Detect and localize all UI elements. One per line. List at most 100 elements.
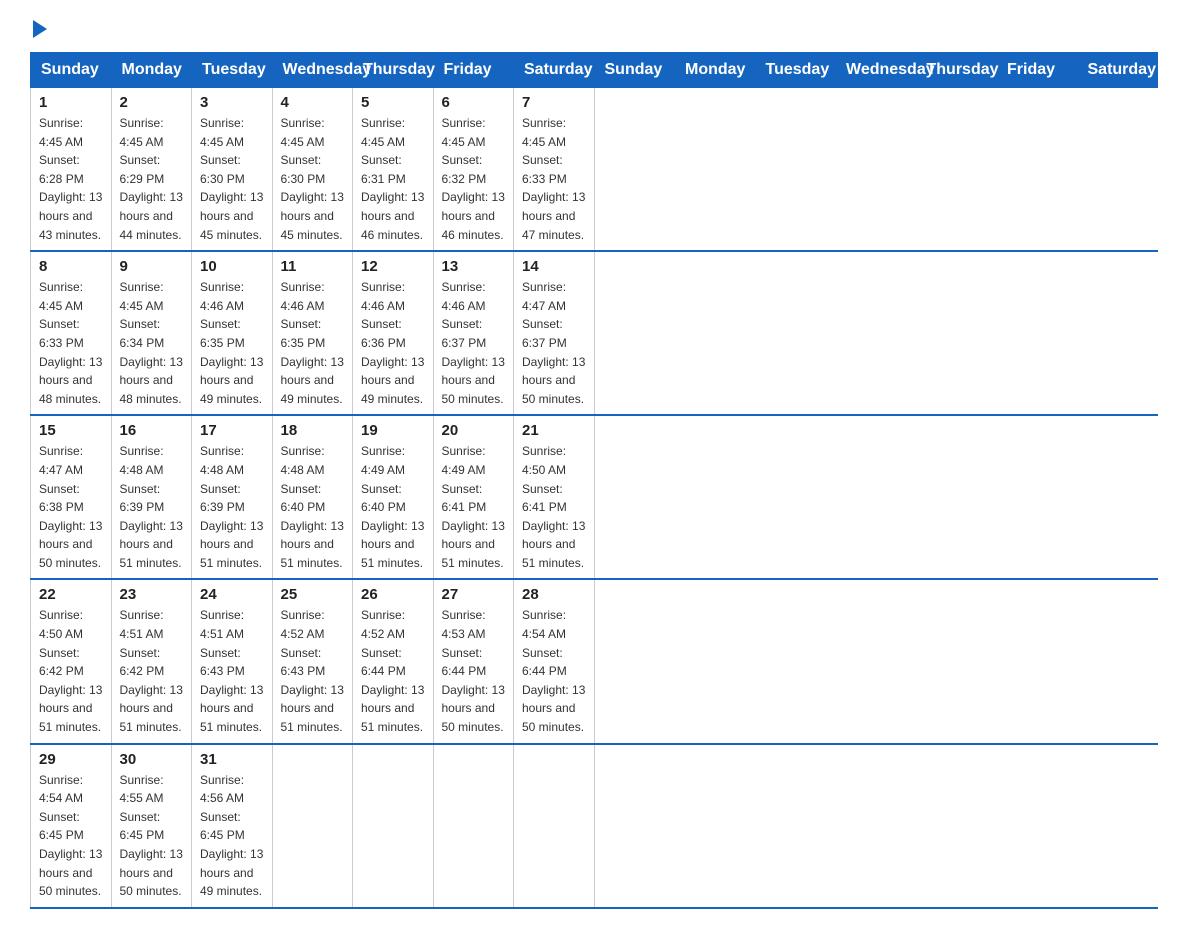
day-number: 18	[281, 422, 345, 439]
day-cell: 28Sunrise: 4:54 AMSunset: 6:44 PMDayligh…	[514, 579, 595, 743]
day-number: 8	[39, 258, 103, 275]
day-number: 20	[442, 422, 506, 439]
day-cell: 9Sunrise: 4:45 AMSunset: 6:34 PMDaylight…	[111, 251, 192, 415]
day-number: 3	[200, 94, 264, 111]
day-cell: 31Sunrise: 4:56 AMSunset: 6:45 PMDayligh…	[192, 744, 273, 908]
week-row-1: 1 Sunrise: 4:45 AMSunset: 6:28 PMDaylight…	[31, 88, 1158, 252]
header-sunday: Sunday	[31, 53, 112, 88]
day-cell: 24 Sunrise: 4:51 AMSunset: 6:43 PMDayligh…	[192, 579, 273, 743]
day-number: 16	[120, 422, 184, 439]
week-row-4: 22 Sunrise: 4:50 AMSunset: 6:42 PMDayligh…	[31, 579, 1158, 743]
header-thursday: Thursday	[353, 53, 434, 88]
day-number: 24	[200, 586, 264, 603]
week-row-5: 29Sunrise: 4:54 AMSunset: 6:45 PMDayligh…	[31, 744, 1158, 908]
day-number: 12	[361, 258, 425, 275]
day-cell: 26 Sunrise: 4:52 AMSunset: 6:44 PMDayligh…	[353, 579, 434, 743]
day-cell: 7 Sunrise: 4:45 AMSunset: 6:33 PMDaylight…	[514, 88, 595, 252]
day-number: 14	[522, 258, 586, 275]
header-saturday: Saturday	[514, 53, 595, 88]
day-cell	[514, 744, 595, 908]
day-number: 4	[281, 94, 345, 111]
day-cell: 20 Sunrise: 4:49 AMSunset: 6:41 PMDayligh…	[433, 415, 514, 579]
day-cell	[272, 744, 353, 908]
day-info: Sunrise: 4:45 AMSunset: 6:33 PMDaylight:…	[39, 278, 103, 408]
day-number: 26	[361, 586, 425, 603]
day-number: 23	[120, 586, 184, 603]
day-info: Sunrise: 4:49 AMSunset: 6:41 PMDaylight:…	[442, 442, 506, 572]
day-info: Sunrise: 4:46 AMSunset: 6:37 PMDaylight:…	[442, 278, 506, 408]
header-tuesday: Tuesday	[192, 53, 273, 88]
day-cell: 12 Sunrise: 4:46 AMSunset: 6:36 PMDayligh…	[353, 251, 434, 415]
day-cell: 2 Sunrise: 4:45 AMSunset: 6:29 PMDaylight…	[111, 88, 192, 252]
day-cell: 18 Sunrise: 4:48 AMSunset: 6:40 PMDayligh…	[272, 415, 353, 579]
day-cell: 1 Sunrise: 4:45 AMSunset: 6:28 PMDaylight…	[31, 88, 112, 252]
day-cell: 30 Sunrise: 4:55 AMSunset: 6:45 PMDayligh…	[111, 744, 192, 908]
col-header-friday: Friday	[997, 53, 1078, 88]
day-info: Sunrise: 4:45 AMSunset: 6:30 PMDaylight:…	[200, 114, 264, 244]
day-info: Sunrise: 4:53 AMSunset: 6:44 PMDaylight:…	[442, 606, 506, 736]
day-number: 10	[200, 258, 264, 275]
day-number: 25	[281, 586, 345, 603]
week-row-3: 15Sunrise: 4:47 AMSunset: 6:38 PMDayligh…	[31, 415, 1158, 579]
day-number: 19	[361, 422, 425, 439]
day-info: Sunrise: 4:45 AMSunset: 6:32 PMDaylight:…	[442, 114, 506, 244]
day-cell: 14Sunrise: 4:47 AMSunset: 6:37 PMDayligh…	[514, 251, 595, 415]
day-info: Sunrise: 4:45 AMSunset: 6:29 PMDaylight:…	[120, 114, 184, 244]
col-header-wednesday: Wednesday	[836, 53, 917, 88]
day-info: Sunrise: 4:52 AMSunset: 6:44 PMDaylight:…	[361, 606, 425, 736]
day-info: Sunrise: 4:55 AMSunset: 6:45 PMDaylight:…	[120, 771, 184, 901]
day-info: Sunrise: 4:45 AMSunset: 6:31 PMDaylight:…	[361, 114, 425, 244]
day-number: 21	[522, 422, 586, 439]
page-header	[30, 20, 1158, 36]
day-info: Sunrise: 4:50 AMSunset: 6:42 PMDaylight:…	[39, 606, 103, 736]
day-cell: 17 Sunrise: 4:48 AMSunset: 6:39 PMDayligh…	[192, 415, 273, 579]
header-wednesday: Wednesday	[272, 53, 353, 88]
day-number: 17	[200, 422, 264, 439]
day-number: 2	[120, 94, 184, 111]
day-cell	[353, 744, 434, 908]
calendar-table: SundayMondayTuesdayWednesdayThursdayFrid…	[30, 52, 1158, 909]
day-cell: 27 Sunrise: 4:53 AMSunset: 6:44 PMDayligh…	[433, 579, 514, 743]
day-info: Sunrise: 4:46 AMSunset: 6:35 PMDaylight:…	[281, 278, 345, 408]
day-cell: 6 Sunrise: 4:45 AMSunset: 6:32 PMDaylight…	[433, 88, 514, 252]
day-number: 27	[442, 586, 506, 603]
day-info: Sunrise: 4:50 AMSunset: 6:41 PMDaylight:…	[522, 442, 586, 572]
day-cell: 5 Sunrise: 4:45 AMSunset: 6:31 PMDaylight…	[353, 88, 434, 252]
day-info: Sunrise: 4:47 AMSunset: 6:38 PMDaylight:…	[39, 442, 103, 572]
day-number: 13	[442, 258, 506, 275]
day-info: Sunrise: 4:54 AMSunset: 6:45 PMDaylight:…	[39, 771, 103, 901]
day-number: 1	[39, 94, 103, 111]
day-cell: 4Sunrise: 4:45 AMSunset: 6:30 PMDaylight…	[272, 88, 353, 252]
day-cell: 13 Sunrise: 4:46 AMSunset: 6:37 PMDayligh…	[433, 251, 514, 415]
day-number: 30	[120, 751, 184, 768]
day-number: 22	[39, 586, 103, 603]
day-number: 5	[361, 94, 425, 111]
day-cell: 15Sunrise: 4:47 AMSunset: 6:38 PMDayligh…	[31, 415, 112, 579]
logo	[30, 20, 47, 36]
day-cell: 23Sunrise: 4:51 AMSunset: 6:42 PMDayligh…	[111, 579, 192, 743]
day-number: 7	[522, 94, 586, 111]
week-row-2: 8 Sunrise: 4:45 AMSunset: 6:33 PMDaylight…	[31, 251, 1158, 415]
col-header-tuesday: Tuesday	[755, 53, 836, 88]
col-header-thursday: Thursday	[916, 53, 997, 88]
col-header-saturday: Saturday	[1077, 53, 1158, 88]
day-info: Sunrise: 4:45 AMSunset: 6:33 PMDaylight:…	[522, 114, 586, 244]
day-info: Sunrise: 4:48 AMSunset: 6:39 PMDaylight:…	[200, 442, 264, 572]
day-info: Sunrise: 4:46 AMSunset: 6:36 PMDaylight:…	[361, 278, 425, 408]
day-info: Sunrise: 4:45 AMSunset: 6:28 PMDaylight:…	[39, 114, 103, 244]
day-number: 6	[442, 94, 506, 111]
day-cell: 8 Sunrise: 4:45 AMSunset: 6:33 PMDaylight…	[31, 251, 112, 415]
day-info: Sunrise: 4:54 AMSunset: 6:44 PMDaylight:…	[522, 606, 586, 736]
day-info: Sunrise: 4:52 AMSunset: 6:43 PMDaylight:…	[281, 606, 345, 736]
day-info: Sunrise: 4:48 AMSunset: 6:39 PMDaylight:…	[120, 442, 184, 572]
day-cell: 10Sunrise: 4:46 AMSunset: 6:35 PMDayligh…	[192, 251, 273, 415]
day-number: 31	[200, 751, 264, 768]
logo-chevron-icon	[33, 20, 47, 38]
day-cell: 29Sunrise: 4:54 AMSunset: 6:45 PMDayligh…	[31, 744, 112, 908]
day-number: 11	[281, 258, 345, 275]
day-cell: 3 Sunrise: 4:45 AMSunset: 6:30 PMDaylight…	[192, 88, 273, 252]
day-info: Sunrise: 4:48 AMSunset: 6:40 PMDaylight:…	[281, 442, 345, 572]
day-cell: 25 Sunrise: 4:52 AMSunset: 6:43 PMDayligh…	[272, 579, 353, 743]
day-info: Sunrise: 4:51 AMSunset: 6:43 PMDaylight:…	[200, 606, 264, 736]
day-cell: 21 Sunrise: 4:50 AMSunset: 6:41 PMDayligh…	[514, 415, 595, 579]
